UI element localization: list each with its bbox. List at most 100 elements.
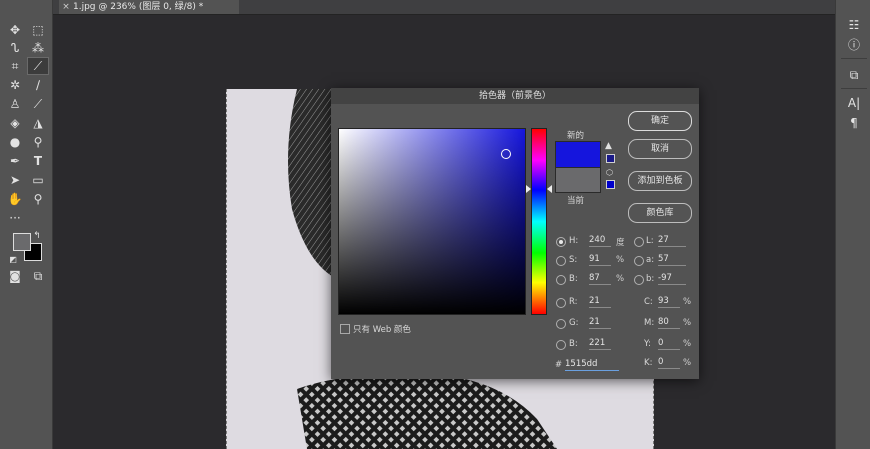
lab-b-label: b: (646, 274, 655, 284)
current-color-swatch[interactable] (555, 167, 601, 193)
add-to-swatches-button[interactable]: 添加到色板 (628, 171, 692, 191)
close-tab-icon[interactable]: × (59, 0, 73, 14)
lab-l-radio[interactable] (634, 237, 644, 247)
gamut-warning-icon[interactable]: ▲ (605, 141, 612, 151)
document-tab-bar: × 1.jpg @ 236% (图层 0, 绿/8) * (53, 0, 835, 15)
hue-unit: 度 (616, 238, 625, 248)
yellow-input[interactable]: 0 (658, 338, 680, 350)
color-libraries-button[interactable]: 颜色库 (628, 203, 692, 223)
cyan-label: C: (644, 297, 653, 307)
black-input[interactable]: 0 (658, 357, 680, 369)
lab-a-radio[interactable] (634, 256, 644, 266)
gamut-color-swatch[interactable] (606, 154, 615, 163)
cancel-button[interactable]: 取消 (628, 139, 692, 159)
saturation-unit: % (616, 255, 625, 265)
rectangle-icon[interactable]: ▭ (28, 172, 48, 188)
brightness-radio[interactable] (556, 275, 566, 285)
hex-label: # (555, 360, 563, 370)
saturation-input[interactable]: 91 (589, 254, 611, 266)
panel-separator (841, 58, 867, 59)
right-panel-dock: ☷ ⓘ ⧉ A| ¶ (835, 0, 870, 449)
blur-icon[interactable]: ● (5, 134, 25, 150)
brightness-label: B: (569, 274, 578, 284)
character-icon[interactable]: ⧉ (844, 66, 864, 84)
more-icon[interactable]: ··· (5, 210, 25, 226)
crop-icon[interactable]: ⌗ (5, 58, 25, 74)
text-icon[interactable]: T (28, 153, 48, 169)
hue-slider-left-handle[interactable] (526, 185, 531, 193)
ok-button[interactable]: 确定 (628, 111, 692, 131)
hue-slider-right-handle[interactable] (547, 185, 552, 193)
document-tab[interactable]: × 1.jpg @ 236% (图层 0, 绿/8) * (59, 0, 239, 14)
saturation-radio[interactable] (556, 256, 566, 266)
yellow-unit: % (683, 339, 692, 349)
screen-mode-icon[interactable]: ⧉ (28, 268, 48, 284)
web-colors-only-label: 只有 Web 颜色 (353, 325, 411, 335)
hue-input[interactable]: 240 (589, 235, 611, 247)
brush-icon[interactable]: ∕ (28, 77, 48, 93)
document-tab-title: 1.jpg @ 236% (图层 0, 绿/8) * (73, 2, 204, 12)
web-safe-warning-icon[interactable]: ⬡ (606, 168, 613, 177)
healing-icon[interactable]: ✲ (5, 77, 25, 93)
hand-icon[interactable]: ✋ (5, 191, 25, 207)
blue-input[interactable]: 221 (589, 338, 611, 350)
red-radio[interactable] (556, 298, 566, 308)
lab-b-input[interactable]: -97 (658, 273, 686, 285)
lasso-icon[interactable]: ᔐ (5, 40, 25, 56)
hue-radio[interactable] (556, 237, 566, 247)
red-label: R: (569, 297, 578, 307)
brightness-unit: % (616, 274, 625, 284)
default-colors-icon[interactable]: ◩ (8, 252, 18, 268)
panel-separator (841, 88, 867, 89)
green-radio[interactable] (556, 319, 566, 329)
lab-l-label: L: (646, 236, 654, 246)
pen-icon[interactable]: ✒ (5, 153, 25, 169)
magenta-input[interactable]: 80 (658, 317, 680, 329)
black-unit: % (683, 358, 692, 368)
move-icon[interactable]: ✥ (5, 22, 25, 38)
path-select-icon[interactable]: ➤ (5, 172, 25, 188)
dodge-icon[interactable]: ⚲ (28, 134, 48, 150)
dialog-title: 拾色器（前景色） (331, 88, 699, 104)
green-label: G: (569, 318, 579, 328)
swap-colors-icon[interactable]: ↰ (31, 228, 43, 244)
paragraph-icon[interactable]: ¶ (844, 114, 864, 132)
cyan-input[interactable]: 93 (658, 296, 680, 308)
brightness-input[interactable]: 87 (589, 273, 611, 285)
tools-panel: ✥ ⬚ ᔐ ⁂ ⌗ ⟋ ✲ ∕ ♙ ⟋ ◈ ◮ ● ⚲ ✒ T ➤ ▭ ✋ ⚲ … (0, 0, 53, 449)
hue-slider[interactable] (531, 128, 547, 315)
lab-b-radio[interactable] (634, 275, 644, 285)
type-icon[interactable]: A| (844, 94, 864, 112)
green-input[interactable]: 21 (589, 317, 611, 329)
lab-a-label: a: (646, 255, 655, 265)
zoom-icon[interactable]: ⚲ (28, 191, 48, 207)
blue-radio[interactable] (556, 340, 566, 350)
color-picker-dialog: 拾色器（前景色） 新的 当前 ▲ ⬡ 确定 取消 添加到色板 颜色库 H: 24… (331, 88, 699, 379)
paint-bucket-icon[interactable]: ◮ (28, 115, 48, 131)
saturation-brightness-field[interactable] (338, 128, 526, 315)
magic-wand-icon[interactable]: ⁂ (28, 40, 48, 56)
web-safe-color-swatch[interactable] (606, 180, 615, 189)
artboard-icon[interactable]: ⬚ (28, 22, 48, 38)
cyan-unit: % (683, 297, 692, 307)
libraries-icon[interactable]: ☷ (844, 16, 864, 34)
blue-label: B: (569, 339, 578, 349)
eraser-icon[interactable]: ◈ (5, 115, 25, 131)
magenta-unit: % (683, 318, 692, 328)
history-brush-icon[interactable]: ⟋ (28, 96, 48, 112)
eyedropper-icon[interactable]: ⟋ (27, 57, 49, 75)
new-color-swatch (555, 141, 601, 168)
hex-input[interactable]: 1515dd (565, 359, 619, 371)
color-field-marker[interactable] (501, 149, 511, 159)
magenta-label: M: (644, 318, 655, 328)
info-icon[interactable]: ⓘ (844, 36, 864, 54)
stamp-icon[interactable]: ♙ (5, 96, 25, 112)
yellow-label: Y: (644, 339, 651, 349)
foreground-color-swatch[interactable] (13, 233, 31, 251)
quick-mask-icon[interactable]: ◙ (5, 268, 25, 284)
hue-label: H: (569, 236, 579, 246)
web-colors-only-checkbox[interactable] (340, 324, 350, 334)
lab-a-input[interactable]: 57 (658, 254, 686, 266)
red-input[interactable]: 21 (589, 296, 611, 308)
lab-l-input[interactable]: 27 (658, 235, 686, 247)
